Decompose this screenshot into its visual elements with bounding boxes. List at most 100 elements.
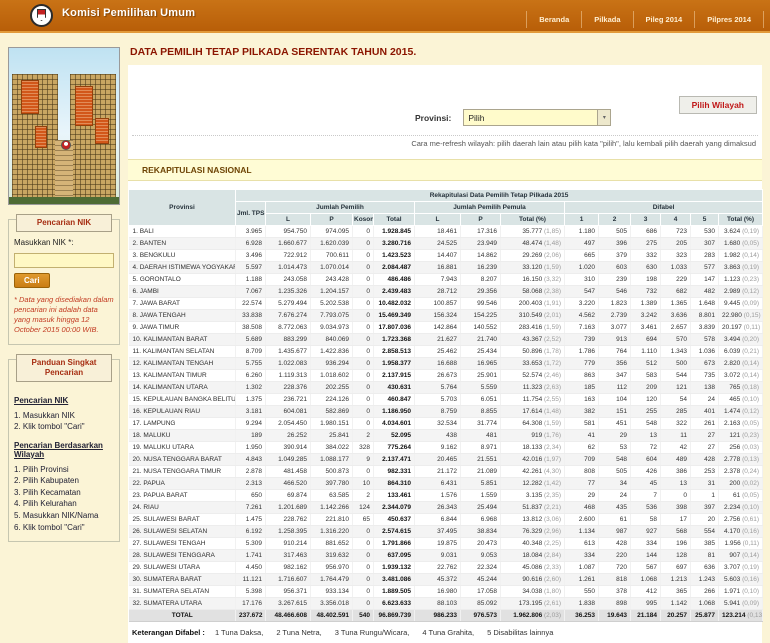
table-row: 12. KALIMANTAN TENGAH 5.755 1.022.083 936.2… <box>128 357 764 370</box>
col-header-difabel-1: 1 <box>564 213 599 226</box>
shield-icon <box>37 9 46 21</box>
top-nav: Beranda Pilkada Pileg 2014 Pilpres 2014 <box>526 11 764 28</box>
guide-step: 1. Masukkan NIK <box>14 410 75 420</box>
table-row: 19. MALUKU UTARA 1.950 390.914 384.022 328 77… <box>128 441 764 454</box>
table-row: 22. PAPUA 2.313 466.520 397.780 10 864.310 6.4… <box>128 477 764 490</box>
col-header-difabel-3: 3 <box>630 213 661 226</box>
chevron-down-icon[interactable]: ▾ <box>597 110 611 125</box>
table-row: 18. MALUKU 189 26.252 25.841 2 52.095 438 481 91… <box>128 429 764 442</box>
guide-link-pencarian-wilayah[interactable]: Pencarian Berdasarkan Wilayah <box>14 441 114 459</box>
table-row: 1. BALI 3.965 954.750 974.095 0 1.928.845 18.4… <box>128 225 764 238</box>
table-row: 25. SULAWESI BARAT 1.475 228.762 221.810 65 4… <box>128 513 764 526</box>
table-row: 29. SULAWESI UTARA 4.450 982.162 956.970 0 1.… <box>128 561 764 574</box>
table-row: 32. SUMATERA UTARA 17.176 3.267.615 3.356.0… <box>128 597 764 610</box>
col-header-pemula-total-pct: Total (%) <box>500 213 565 226</box>
guide-step: 2. Pilih Kabupaten <box>14 476 79 486</box>
table-row: 10. KALIMANTAN BARAT 5.689 883.299 840.069 0… <box>128 333 764 346</box>
nav-pilkada[interactable]: Pilkada <box>581 11 632 28</box>
table-row: 17. LAMPUNG 9.294 2.054.450 1.980.151 0 4.034… <box>128 417 764 430</box>
building-photo <box>8 47 120 205</box>
table-row: 31. SUMATERA SELATAN 5.398 956.371 933.134 0… <box>128 585 764 598</box>
guide-step: 6. Klik tombol "Cari" <box>14 522 85 532</box>
group-header-jumlah-pemilih: Jumlah Pemilih <box>265 201 415 214</box>
table-row: 27. SULAWESI TENGAH 5.309 910.214 881.652 0 1… <box>128 537 764 550</box>
content-panel: Pilih Wilayah Provinsi: Pilih ▾ Cara me-… <box>128 65 764 643</box>
footnote-item: 2 Tuna Netra, <box>276 628 322 637</box>
table-row: 7. JAWA BARAT 22.574 5.279.494 5.202.538 0 10… <box>128 297 764 310</box>
guide-steps-nik: 1. Masukkan NIK 2. Klik tombol "Cari" <box>14 410 114 433</box>
col-header-pemula-p: P <box>460 213 501 226</box>
col-header-total: Total <box>373 213 415 226</box>
footnote-item: 1 Tuna Daksa, <box>214 628 264 637</box>
nik-input-label: Masukkan NIK *: <box>14 238 74 247</box>
guide-title: Panduan Singkat Pencarian <box>16 353 112 382</box>
nik-search-panel: Pencarian NIK Masukkan NIK *: Cari * Dat… <box>8 214 120 345</box>
col-header-jml-tps: Jml. TPS <box>235 201 266 226</box>
footnote-item: 5 Disabilitas lainnya <box>487 628 554 637</box>
table-span-title: Rekapitulasi Data Pemilih Tetap Pilkada … <box>234 189 764 202</box>
col-header-difabel-5: 5 <box>690 213 719 226</box>
province-select[interactable]: Pilih ▾ <box>463 109 612 126</box>
guide-panel: Panduan Singkat Pencarian Pencarian NIK … <box>8 353 120 543</box>
table-row: 23. PAPUA BARAT 650 69.874 63.585 2 133.461 1.… <box>128 489 764 502</box>
site-title: Komisi Pemilihan Umum <box>62 7 196 19</box>
col-header-pemula-l: L <box>414 213 461 226</box>
col-header-provinsi: Provinsi <box>128 189 236 226</box>
table-row: 30. SUMATERA BARAT 11.121 1.716.607 1.764.4… <box>128 573 764 586</box>
group-header-pemilih-pemula: Jumlah Pemilih Pemula <box>414 201 565 214</box>
refresh-note: Cara me-refresh wilayah: pilih daerah la… <box>411 139 756 148</box>
table-total-row: TOTAL 237.672 48.466.608 48.402.591 540 96.86… <box>128 609 764 622</box>
nik-search-title: Pencarian NIK <box>16 214 112 232</box>
table-row: 2. BANTEN 6.928 1.660.677 1.620.039 0 3.280.7… <box>128 237 764 250</box>
table-row: 20. NUSA TENGGARA BARAT 4.843 1.049.285 1.0… <box>128 453 764 466</box>
province-select-value: Pilih <box>468 112 485 123</box>
footnote-label: Keterangan Difabel : <box>132 628 205 637</box>
table-row: 15. KEPULAUAN BANGKA BELITUNG 1.375 236.72… <box>128 393 764 406</box>
divider <box>132 135 758 136</box>
col-header-difabel-2: 2 <box>598 213 631 226</box>
table-row: 26. SULAWESI SELATAN 6.192 1.258.395 1.316.… <box>128 525 764 538</box>
table-row: 21. NUSA TENGGARA TIMUR 2.878 481.458 500.8… <box>128 465 764 478</box>
table-row: 11. KALIMANTAN SELATAN 8.709 1.435.677 1.42… <box>128 345 764 358</box>
province-filter-row: Provinsi: Pilih ▾ <box>128 109 762 126</box>
table-row: 13. KALIMANTAN TIMUR 6.260 1.119.313 1.018.… <box>128 369 764 382</box>
guide-step: 3. Pilih Kecamatan <box>14 487 81 497</box>
col-header-l: L <box>265 213 311 226</box>
dpt-table-body: 1. BALI 3.965 954.750 974.095 0 1.928.845 18.4… <box>128 225 764 622</box>
guide-step: 2. Klik tombol "Cari" <box>14 422 85 432</box>
cari-button[interactable]: Cari <box>14 273 50 288</box>
table-row: 24. RIAU 7.261 1.201.689 1.142.266 124 2.344.… <box>128 501 764 514</box>
main-content: DATA PEMILIH TETAP PILKADA SERENTAK TAHU… <box>128 46 764 643</box>
table-row: 8. JAWA TENGAH 33.838 7.676.274 7.793.075 0 1… <box>128 309 764 322</box>
difabel-footnote: Keterangan Difabel : 1 Tuna Daksa, 2 Tuna … <box>128 628 762 637</box>
guide-link-pencarian-nik[interactable]: Pencarian NIK <box>14 396 68 405</box>
guide-step: 5. Masukkan NIK/Nama <box>14 511 99 521</box>
table-row: 3. BENGKULU 3.496 722.912 700.611 0 1.423.523… <box>128 249 764 262</box>
nav-pilpres-2014[interactable]: Pilpres 2014 <box>694 11 764 28</box>
table-row: 14. KALIMANTAN UTARA 1.302 228.376 202.255 0… <box>128 381 764 394</box>
col-header-difabel-4: 4 <box>660 213 691 226</box>
dpt-table: Provinsi Rekapitulasi Data Pemilih Tetap… <box>128 189 764 622</box>
col-header-difabel-total-pct: Total (%) <box>717 213 764 226</box>
table-row: 5. GORONTALO 1.188 243.058 243.428 0 486.486 7… <box>128 273 764 286</box>
dpt-table-header: Provinsi Rekapitulasi Data Pemilih Tetap… <box>128 189 764 226</box>
table-row: 16. KEPULAUAN RIAU 3.181 604.081 582.869 0 1.… <box>128 405 764 418</box>
sidebar: Pencarian NIK Masukkan NIK *: Cari * Dat… <box>8 47 120 543</box>
guide-steps-wilayah: 1. Pilih Provinsi 2. Pilih Kabupaten 3. … <box>14 464 114 534</box>
kpu-banner-logo <box>61 140 71 150</box>
nav-beranda[interactable]: Beranda <box>526 11 581 28</box>
pilih-wilayah-button[interactable]: Pilih Wilayah <box>678 96 757 114</box>
group-header-difabel: Difabel <box>563 201 764 214</box>
table-row: 9. JAWA TIMUR 38.508 8.772.063 9.034.973 0 17… <box>128 321 764 334</box>
table-row: 6. JAMBI 7.067 1.235.326 1.204.157 0 2.439.48… <box>128 285 764 298</box>
nav-pileg-2014[interactable]: Pileg 2014 <box>632 11 695 28</box>
kpu-logo-icon <box>30 4 53 27</box>
footnote-item: 3 Tuna Rungu/Wicara, <box>334 628 410 637</box>
footnote-item: 4 Tuna Grahita, <box>422 628 475 637</box>
nik-input[interactable] <box>14 253 114 268</box>
col-header-p: P <box>310 213 353 226</box>
table-row: 28. SULAWESI TENGGARA 1.741 317.463 319.632… <box>128 549 764 562</box>
section-header-rekapitulasi: REKAPITULASI NASIONAL <box>128 159 762 181</box>
table-row: 4. DAERAH ISTIMEWA YOGYAKARTA 5.597 1.014.… <box>128 261 764 274</box>
guide-step: 1. Pilih Provinsi <box>14 464 69 474</box>
